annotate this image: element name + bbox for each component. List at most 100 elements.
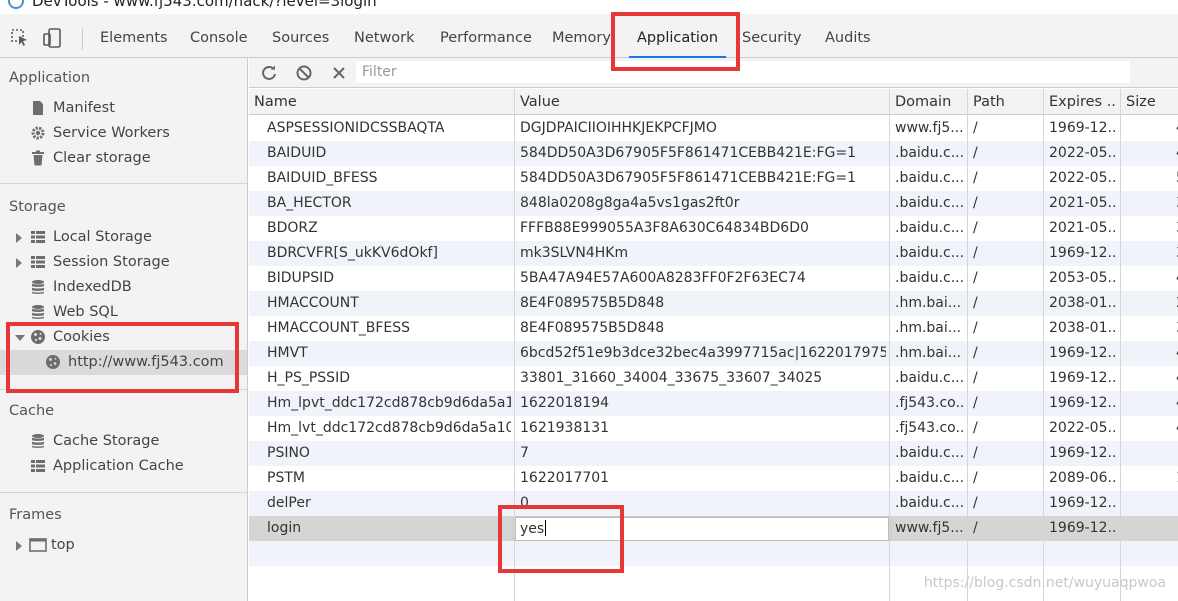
sidebar-item-label: IndexedDB <box>53 279 132 295</box>
refresh-icon[interactable] <box>260 64 278 82</box>
database-icon <box>30 304 46 320</box>
column-divider <box>1120 89 1121 601</box>
cell-name: HMACCOUNT_BFESS <box>267 320 411 336</box>
sidebar-header-application: Application <box>9 70 91 86</box>
sidebar-item-indexeddb[interactable]: IndexedDB <box>0 275 247 300</box>
table-row[interactable]: ASPSESSIONIDCSSBAQTA DGJDPAICIIOIHHKJEKPC… <box>249 116 1178 141</box>
column-divider <box>889 89 890 601</box>
table-row[interactable]: BDORZ FFFB88E999055A3F8A630C64834BD6D0 .ba… <box>249 216 1178 241</box>
table-row[interactable]: HMACCOUNT 8E4F089575B5D848 .hm.bai... / 2038… <box>249 291 1178 316</box>
window-title: DevTools - www.fj543.com/hack/?level=3lo… <box>32 0 377 10</box>
column-divider <box>967 89 968 601</box>
tab-audits[interactable]: Audits <box>825 14 871 58</box>
sidebar-item-web-sql[interactable]: Web SQL <box>0 300 247 325</box>
table-row[interactable]: login www.fj5... / 1969-12... yes <box>249 516 1178 541</box>
cell-path: / <box>973 220 978 236</box>
tab-elements[interactable]: Elements <box>100 14 168 58</box>
gear-icon <box>30 125 46 141</box>
cell-domain: www.fj5... <box>895 520 964 536</box>
table-row[interactable]: H_PS_PSSID 33801_31660_34004_33675_33607_… <box>249 366 1178 391</box>
cell-name: H_PS_PSSID <box>267 370 350 386</box>
table-row[interactable]: BAIDUID_BFESS 584DD50A3D67905F5F861471CEB… <box>249 166 1178 191</box>
cell-domain: .baidu.c... <box>895 495 965 511</box>
cell-value: 8E4F089575B5D848 <box>520 320 665 336</box>
sidebar-item-label: Manifest <box>53 100 115 116</box>
cell-value: 1622017701 <box>520 470 610 486</box>
cell-expires: 1969-12... <box>1049 395 1117 411</box>
sidebar-item-clear-storage[interactable]: Clear storage <box>0 146 247 171</box>
grid-icon <box>30 458 46 474</box>
collapse-arrow-icon[interactable] <box>15 335 25 341</box>
cell-path: / <box>973 470 978 486</box>
sidebar-item-cache-storage[interactable]: Cache Storage <box>0 429 247 454</box>
cell-value: 1621938131 <box>520 420 610 436</box>
column-header-expires[interactable]: Expires ... <box>1049 89 1117 115</box>
tab-application[interactable]: Application <box>628 14 727 58</box>
tab-security[interactable]: Security <box>742 14 802 58</box>
cell-path: / <box>973 195 978 211</box>
clear-all-icon[interactable] <box>295 64 313 82</box>
tab-network[interactable]: Network <box>354 14 415 58</box>
expand-arrow-icon[interactable] <box>16 258 22 268</box>
sidebar-item-service-workers[interactable]: Service Workers <box>0 121 247 146</box>
sidebar-item-frame-top[interactable]: top <box>0 533 247 558</box>
sidebar-header-cache: Cache <box>9 403 55 419</box>
inspect-cursor-icon[interactable] <box>10 28 30 48</box>
cell-value: 33801_31660_34004_33675_33607_34025 <box>520 370 823 386</box>
cookie-value-editor[interactable]: yes <box>515 517 889 541</box>
cell-path: / <box>973 495 978 511</box>
table-row[interactable]: PSINO 7 .baidu.c... / 1969-12... <box>249 441 1178 466</box>
table-row[interactable]: HMACCOUNT_BFESS 8E4F089575B5D848 .hm.bai..… <box>249 316 1178 341</box>
column-header-size[interactable]: Size <box>1126 89 1178 115</box>
tab-sources[interactable]: Sources <box>272 14 329 58</box>
text-caret <box>545 520 547 536</box>
expand-arrow-icon[interactable] <box>16 541 22 551</box>
expand-arrow-icon[interactable] <box>16 233 22 243</box>
sidebar-item-label: Application Cache <box>53 458 184 474</box>
cell-domain: .baidu.c... <box>895 370 965 386</box>
document-icon <box>30 100 46 116</box>
table-row[interactable]: BA_HECTOR 848la0208g8ga4a5vs1gas2ft0r .bai… <box>249 191 1178 216</box>
device-toggle-icon[interactable] <box>42 28 62 48</box>
cell-expires: 2021-05... <box>1049 195 1117 211</box>
column-header-name[interactable]: Name <box>254 89 510 115</box>
cell-value: 584DD50A3D67905F5F861471CEBB421E:FG=1 <box>520 170 857 186</box>
sidebar-item-session-storage[interactable]: Session Storage <box>0 250 247 275</box>
sidebar-item-manifest[interactable]: Manifest <box>0 96 247 121</box>
cell-expires: 2038-01... <box>1049 320 1117 336</box>
table-row[interactable]: Hm_lvt_ddc172cd878cb9d6da5a10... 16219381… <box>249 416 1178 441</box>
table-row[interactable]: Hm_lpvt_ddc172cd878cb9d6da5a1... 16220181… <box>249 391 1178 416</box>
application-sidebar: Application Manifest Service Workers Cle… <box>0 58 248 601</box>
delete-x-icon[interactable] <box>330 64 348 82</box>
sidebar-separator <box>0 183 247 184</box>
table-row[interactable]: delPer 0 .baidu.c... / 1969-12... <box>249 491 1178 516</box>
table-row[interactable]: BAIDUID 584DD50A3D67905F5F861471CEBB421E:… <box>249 141 1178 166</box>
cookie-icon <box>30 329 46 345</box>
cookie-icon <box>45 354 61 370</box>
tab-console[interactable]: Console <box>190 14 248 58</box>
sidebar-item-cookie-origin[interactable]: http://www.fj543.com <box>0 350 247 375</box>
table-row[interactable]: BIDUPSID 5BA47A94E57A600A8283FF0F2F63EC74… <box>249 266 1178 291</box>
table-row[interactable]: HMVT 6bcd52f51e9b3dce32bec4a3997715ac|162… <box>249 341 1178 366</box>
cell-domain: .hm.bai... <box>895 295 962 311</box>
tab-performance[interactable]: Performance <box>440 14 532 58</box>
column-header-value[interactable]: Value <box>520 89 886 115</box>
cell-name: BIDUPSID <box>267 270 334 286</box>
table-row[interactable]: PSTM1622017701.baidu.c.../2089-06...1 <box>249 466 1178 491</box>
trash-icon <box>30 150 46 166</box>
column-header-path[interactable]: Path <box>973 89 1039 115</box>
cell-name: PSTM <box>267 470 305 486</box>
cell-domain: .baidu.c... <box>895 170 965 186</box>
cell-domain: .baidu.c... <box>895 270 965 286</box>
sidebar-item-application-cache[interactable]: Application Cache <box>0 454 247 479</box>
cell-expires: 2022-05... <box>1049 170 1117 186</box>
tab-memory[interactable]: Memory <box>552 14 611 58</box>
sidebar-item-local-storage[interactable]: Local Storage <box>0 225 247 250</box>
filter-input[interactable] <box>356 61 1130 83</box>
cell-value: FFFB88E999055A3F8A630C64834BD6D0 <box>520 220 809 236</box>
table-row[interactable]: BDRCVFR[S_ukKV6dOkf] mk3SLVN4HKm .baidu.c.… <box>249 241 1178 266</box>
cell-expires: 2022-05... <box>1049 145 1117 161</box>
sidebar-item-cookies[interactable]: Cookies <box>0 325 247 350</box>
column-header-domain[interactable]: Domain <box>895 89 965 115</box>
cell-name: HMVT <box>267 345 308 361</box>
